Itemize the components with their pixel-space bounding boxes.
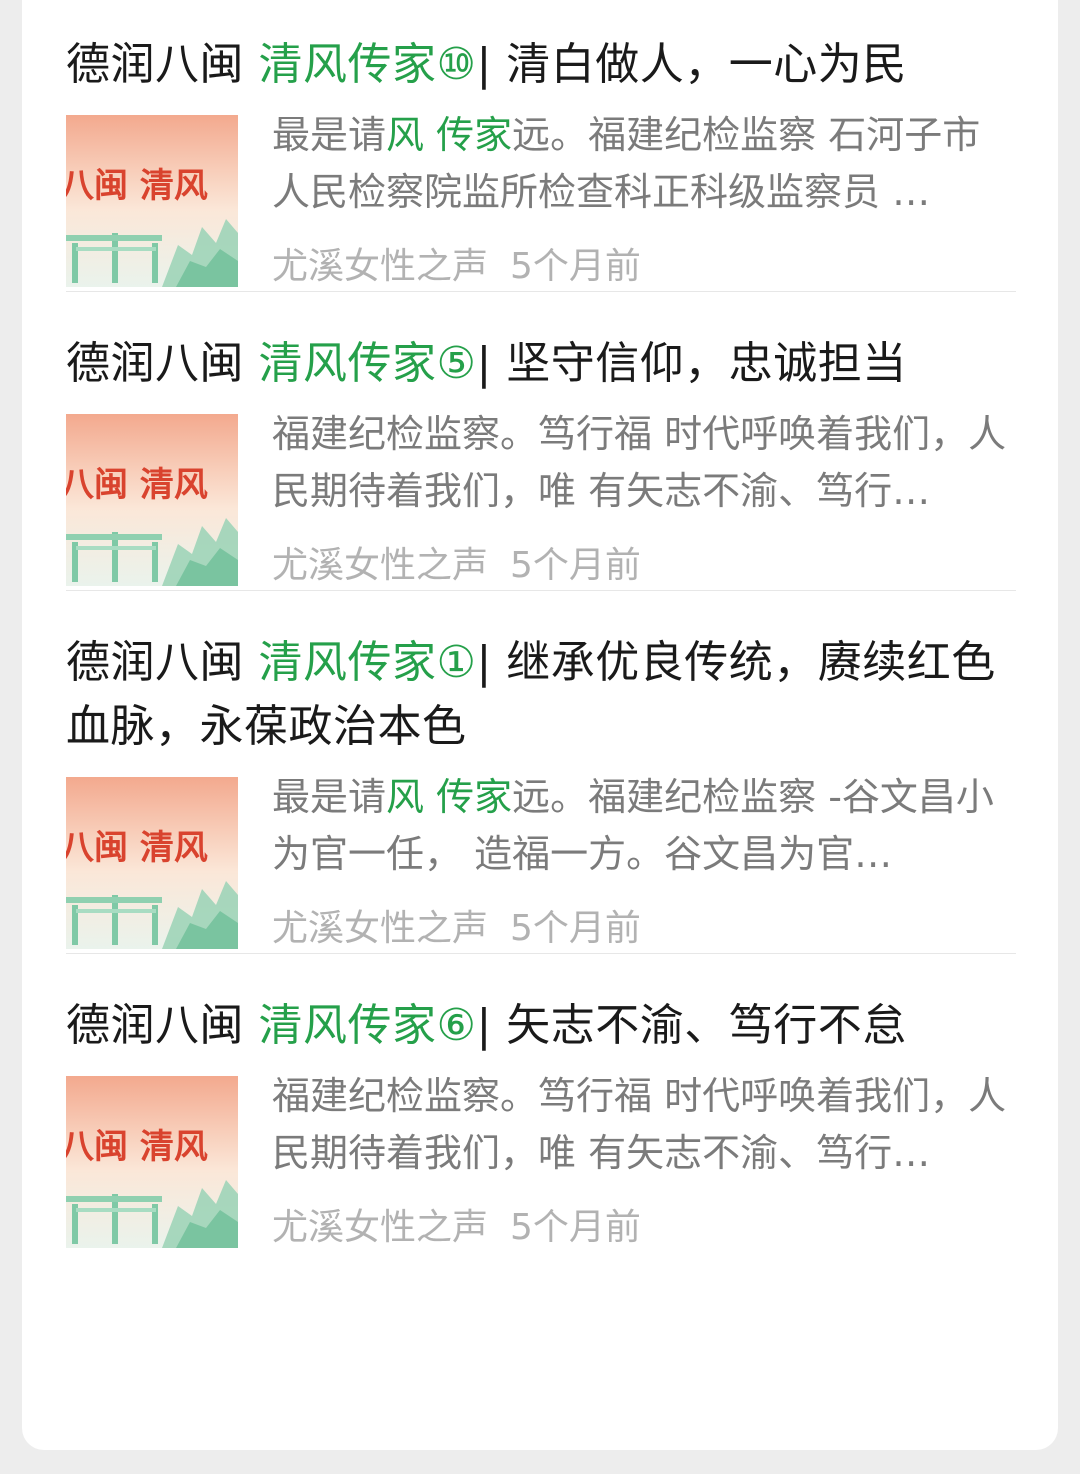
thumbnail-text: 八闽 清风: [66, 166, 208, 206]
thumbnail-text: 八闽 清风: [66, 828, 208, 868]
search-results-card: 德润八闽 清风传家⑩| 清白做人，一心为民 八闽 清风 最是请风 传家远。福建纪…: [22, 0, 1058, 1450]
article-meta: 尤溪女性之声 5个月前: [272, 544, 641, 588]
title-highlight: 清风传家⑥: [258, 1000, 477, 1051]
article-result-list: 德润八闽 清风传家⑩| 清白做人，一心为民 八闽 清风 最是请风 传家远。福建纪…: [66, 0, 1016, 1252]
snippet-highlight: 传家: [436, 113, 513, 157]
article-snippet: 福建纪检监察。笃行福 时代呼唤着我们，人民期待着我们，唯 有矢志不渝、笃行…: [272, 1068, 1012, 1182]
article-thumbnail[interactable]: 八闽 清风: [66, 115, 238, 287]
article-thumbnail[interactable]: 八闽 清风: [66, 414, 238, 586]
source-account[interactable]: 尤溪女性之声: [272, 545, 488, 586]
thumbnail-text: 八闽 清风: [66, 1127, 208, 1167]
article-result-item[interactable]: 德润八闽 清风传家①| 继承优良传统，赓续红色血脉，永葆政治本色 八闽 清风 最…: [66, 590, 1016, 953]
title-prefix: 德润八闽: [66, 1000, 259, 1051]
thumbnail-text: 八闽 清风: [66, 465, 208, 505]
title-suffix: | 清白做人，一心为民: [476, 39, 907, 90]
article-meta: 尤溪女性之声 5个月前: [272, 907, 641, 951]
article-snippet: 最是请风 传家远。福建纪检监察 石河子市人民检察院监所检查科正科级监察员 …: [272, 107, 1012, 221]
snippet-text: 福建纪检监察。笃行福 时代呼唤着我们，人民期待着我们，唯 有矢志不渝、笃行…: [272, 1074, 1007, 1175]
thumbnail-image: 八闽 清风: [66, 115, 238, 287]
snippet-highlight: 传家: [436, 775, 513, 819]
snippet-text: 最是请: [272, 113, 387, 157]
thumbnail-image: 八闽 清风: [66, 414, 238, 586]
source-account[interactable]: 尤溪女性之声: [272, 908, 488, 949]
article-title[interactable]: 德润八闽 清风传家①| 继承优良传统，赓续红色血脉，永葆政治本色: [66, 631, 1016, 759]
title-suffix: | 坚守信仰，忠诚担当: [476, 338, 907, 389]
article-result-item[interactable]: 德润八闽 清风传家⑤| 坚守信仰，忠诚担当 八闽 清风 福建纪检监察。笃行福 时…: [66, 291, 1016, 590]
article-snippet: 福建纪检监察。笃行福 时代呼唤着我们，人民期待着我们，唯 有矢志不渝、笃行…: [272, 406, 1012, 520]
title-prefix: 德润八闽: [66, 39, 259, 90]
article-title[interactable]: 德润八闽 清风传家⑩| 清白做人，一心为民: [66, 33, 1016, 97]
publish-time: 5个月前: [510, 1207, 641, 1248]
article-thumbnail[interactable]: 八闽 清风: [66, 1076, 238, 1248]
snippet-text: [424, 775, 436, 819]
article-meta: 尤溪女性之声 5个月前: [272, 1206, 641, 1250]
article-title[interactable]: 德润八闽 清风传家⑤| 坚守信仰，忠诚担当: [66, 332, 1016, 396]
title-suffix: | 矢志不渝、笃行不怠: [476, 1000, 907, 1051]
thumbnail-image: 八闽 清风: [66, 1076, 238, 1248]
article-result-item[interactable]: 德润八闽 清风传家⑥| 矢志不渝、笃行不怠 八闽 清风 福建纪检监察。笃行福 时…: [66, 953, 1016, 1252]
title-prefix: 德润八闽: [66, 338, 259, 389]
article-snippet: 最是请风 传家远。福建纪检监察 -谷文昌小 为官一任， 造福一方。谷文昌为官…: [272, 769, 1012, 883]
snippet-highlight: 风: [386, 113, 425, 157]
publish-time: 5个月前: [510, 908, 641, 949]
snippet-text: [424, 113, 436, 157]
title-highlight: 清风传家⑩: [258, 39, 477, 90]
article-meta: 尤溪女性之声 5个月前: [272, 245, 641, 289]
article-thumbnail[interactable]: 八闽 清风: [66, 777, 238, 949]
publish-time: 5个月前: [510, 545, 641, 586]
title-highlight: 清风传家⑤: [258, 338, 477, 389]
title-highlight: 清风传家①: [258, 637, 477, 688]
snippet-text: 福建纪检监察。笃行福 时代呼唤着我们，人民期待着我们，唯 有矢志不渝、笃行…: [272, 412, 1007, 513]
publish-time: 5个月前: [510, 246, 641, 287]
snippet-text: 最是请: [272, 775, 387, 819]
article-result-item[interactable]: 德润八闽 清风传家⑩| 清白做人，一心为民 八闽 清风 最是请风 传家远。福建纪…: [66, 0, 1016, 291]
title-prefix: 德润八闽: [66, 637, 259, 688]
thumbnail-image: 八闽 清风: [66, 777, 238, 949]
article-title[interactable]: 德润八闽 清风传家⑥| 矢志不渝、笃行不怠: [66, 994, 1016, 1058]
snippet-highlight: 风: [386, 775, 425, 819]
source-account[interactable]: 尤溪女性之声: [272, 246, 488, 287]
source-account[interactable]: 尤溪女性之声: [272, 1207, 488, 1248]
